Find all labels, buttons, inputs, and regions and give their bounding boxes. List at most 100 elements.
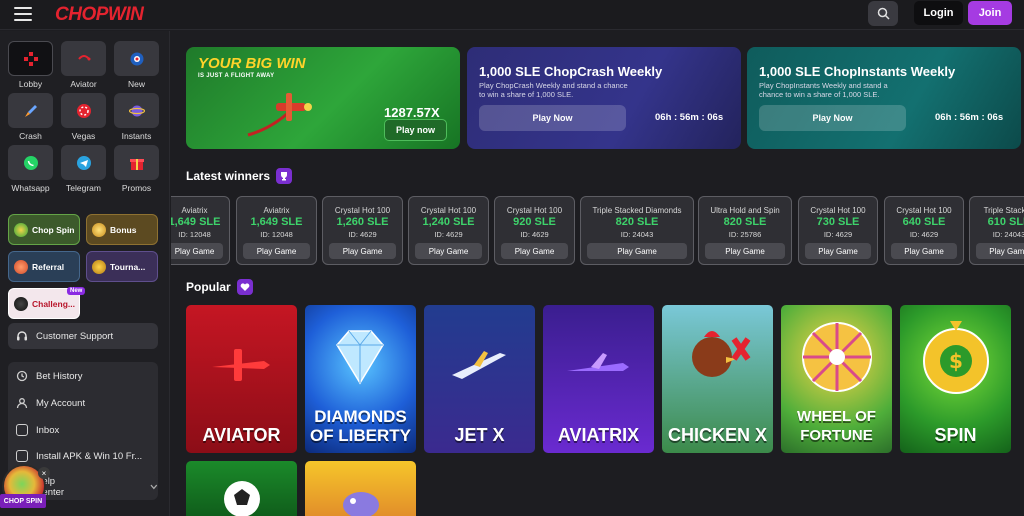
customer-support-label: Customer Support: [36, 330, 114, 342]
trophy-icon: [276, 168, 293, 184]
promo-bonus[interactable]: Bonus: [86, 214, 158, 245]
winner-game: Crystal Hot 100: [896, 206, 952, 215]
nav-label: Crash: [19, 131, 42, 141]
history-icon: [16, 370, 28, 382]
banner-big-win[interactable]: YOUR BIG WIN IS JUST A FLIGHT AWAY 1287.…: [186, 47, 460, 149]
winner-card[interactable]: Triple Stacked 610 SLE ID: 24043 Play Ga…: [969, 196, 1024, 265]
play-game-button[interactable]: Play Game: [243, 243, 310, 259]
menu-my-account[interactable]: My Account: [8, 393, 158, 413]
play-game-button[interactable]: Play Game: [587, 243, 687, 259]
nav-label: Lobby: [18, 79, 43, 89]
hamburger-menu-icon[interactable]: [14, 7, 32, 21]
game-tile-spin[interactable]: $ SPIN: [900, 305, 1011, 453]
play-game-button[interactable]: Play Game: [415, 243, 482, 259]
play-game-button[interactable]: Play Game: [805, 243, 871, 259]
join-button[interactable]: Join: [968, 1, 1012, 25]
banner-chopcrash-weekly[interactable]: 1,000 SLE ChopCrash Weekly Play ChopCras…: [467, 47, 741, 149]
promo-referral[interactable]: Referral: [8, 251, 80, 282]
play-game-button[interactable]: Play Game: [976, 243, 1024, 259]
megaphone-icon: [14, 259, 28, 274]
winner-card[interactable]: Aviatrix 1,649 SLE ID: 12048 Play Game: [171, 196, 230, 265]
play-game-button[interactable]: Play Game: [891, 243, 957, 259]
winner-card[interactable]: Crystal Hot 100 730 SLE ID: 4629 Play Ga…: [798, 196, 878, 265]
play-game-button[interactable]: Play Game: [705, 243, 785, 259]
play-game-button[interactable]: Play Game: [329, 243, 396, 259]
game-tile-piggy[interactable]: [305, 461, 416, 516]
login-button[interactable]: Login: [914, 1, 963, 25]
play-now-button[interactable]: Play now: [384, 119, 447, 141]
aviator-icon: [77, 54, 90, 60]
customer-support-button[interactable]: Customer Support: [8, 323, 158, 349]
plane-icon: [212, 349, 270, 381]
nav-telegram[interactable]: Telegram: [61, 145, 106, 193]
game-tile-diamonds-of-liberty[interactable]: DIAMONDS OF LIBERTY: [305, 305, 416, 453]
nav-whatsapp[interactable]: Whatsapp: [8, 145, 53, 193]
close-icon[interactable]: ×: [38, 467, 50, 479]
winner-id: ID: 24043: [620, 230, 654, 239]
play-game-button[interactable]: Play Game: [501, 243, 568, 259]
play-now-button[interactable]: Play Now: [759, 105, 906, 131]
promo-tournament[interactable]: Tourna...: [86, 251, 158, 282]
new-badge: New: [67, 287, 86, 295]
banner-title: 1,000 SLE ChopCrash Weekly: [479, 64, 663, 79]
nav-aviator[interactable]: Aviator: [61, 41, 106, 89]
game-tile-aviator[interactable]: AVIATOR: [186, 305, 297, 453]
winner-id: ID: 4629: [434, 230, 463, 239]
winner-game: Triple Stacked Diamonds: [592, 206, 682, 215]
winner-amount: 920 SLE: [513, 216, 556, 228]
promo-chop-spin[interactable]: Chop Spin: [8, 214, 80, 245]
nav-vegas[interactable]: Vegas: [61, 93, 106, 141]
winner-card[interactable]: Crystal Hot 100 1,260 SLE ID: 4629 Play …: [322, 196, 403, 265]
game-tile-jet-x[interactable]: JET X: [424, 305, 535, 453]
jet-icon: [567, 353, 629, 371]
game-tile-aviatrix[interactable]: AVIATRIX: [543, 305, 654, 453]
sidebar: Lobby Aviator New Crash Vegas Instants W…: [0, 31, 170, 516]
winner-game: Ultra Hold and Spin: [710, 206, 780, 215]
search-button[interactable]: [868, 1, 898, 26]
play-now-button[interactable]: Play Now: [479, 105, 626, 131]
winner-card[interactable]: Aviatrix 1,649 SLE ID: 12048 Play Game: [236, 196, 317, 265]
rocket-icon: [24, 104, 37, 117]
nav-promos[interactable]: Promos: [114, 145, 159, 193]
football-icon: [224, 481, 260, 516]
menu-bet-history[interactable]: Bet History: [8, 366, 158, 386]
nav-label: Promos: [121, 183, 152, 193]
gift-icon: [129, 158, 144, 170]
nav-new[interactable]: New: [114, 41, 159, 89]
winner-id: ID: 4629: [909, 230, 939, 239]
winner-amount: 820 SLE: [723, 216, 767, 228]
menu-inbox[interactable]: Inbox: [8, 420, 158, 440]
logo[interactable]: CHOPWIN: [55, 4, 144, 26]
chop-spin-badge-label[interactable]: CHOP SPIN: [0, 494, 46, 508]
banner-chopinstants-weekly[interactable]: 1,000 SLE ChopInstants Weekly Play ChopI…: [747, 47, 1021, 149]
winner-game: Crystal Hot 100: [506, 206, 563, 215]
winner-id: ID: 4629: [348, 230, 377, 239]
winner-card[interactable]: Crystal Hot 100 1,240 SLE ID: 4629 Play …: [408, 196, 489, 265]
game-tile-football[interactable]: [186, 461, 297, 516]
nav-crash[interactable]: Crash: [8, 93, 53, 141]
diamond-icon: [336, 330, 384, 385]
winner-card[interactable]: Triple Stacked Diamonds 820 SLE ID: 2404…: [580, 196, 694, 265]
winner-card[interactable]: Crystal Hot 100 640 SLE ID: 4629 Play Ga…: [884, 196, 964, 265]
winner-id: ID: 12048: [260, 230, 293, 239]
game-tile-chicken-x[interactable]: CHICKEN X: [662, 305, 773, 453]
banner-description: Play ChopInstants Weekly and stand a cha…: [759, 81, 888, 99]
play-game-button[interactable]: Play Game: [171, 243, 223, 259]
nav-label: New: [127, 79, 145, 89]
winner-game: Crystal Hot 100: [334, 206, 391, 215]
menu-install-apk[interactable]: Install APK & Win 10 Fr...: [8, 446, 158, 466]
promo-label: Referral: [32, 261, 65, 272]
winner-game: Triple Stacked: [983, 206, 1024, 215]
sidebar-nav: Lobby Aviator New Crash Vegas Instants W…: [8, 41, 160, 193]
winner-card[interactable]: Crystal Hot 100 920 SLE ID: 4629 Play Ga…: [494, 196, 575, 265]
latest-winners-carousel[interactable]: Aviatrix 1,649 SLE ID: 12048 Play Game A…: [171, 196, 1024, 265]
winner-amount: 1,649 SLE: [250, 216, 303, 228]
download-icon: [16, 450, 28, 462]
nav-instants[interactable]: Instants: [114, 93, 159, 141]
game-tile-wheel-of-fortune[interactable]: WHEEL OF FORTUNE: [781, 305, 892, 453]
winner-game: Crystal Hot 100: [420, 206, 477, 215]
winner-card[interactable]: Ultra Hold and Spin 820 SLE ID: 25786 Pl…: [698, 196, 792, 265]
poker-chip-icon: [76, 103, 91, 118]
nav-lobby[interactable]: Lobby: [8, 41, 53, 89]
wheel-icon: [802, 322, 872, 392]
